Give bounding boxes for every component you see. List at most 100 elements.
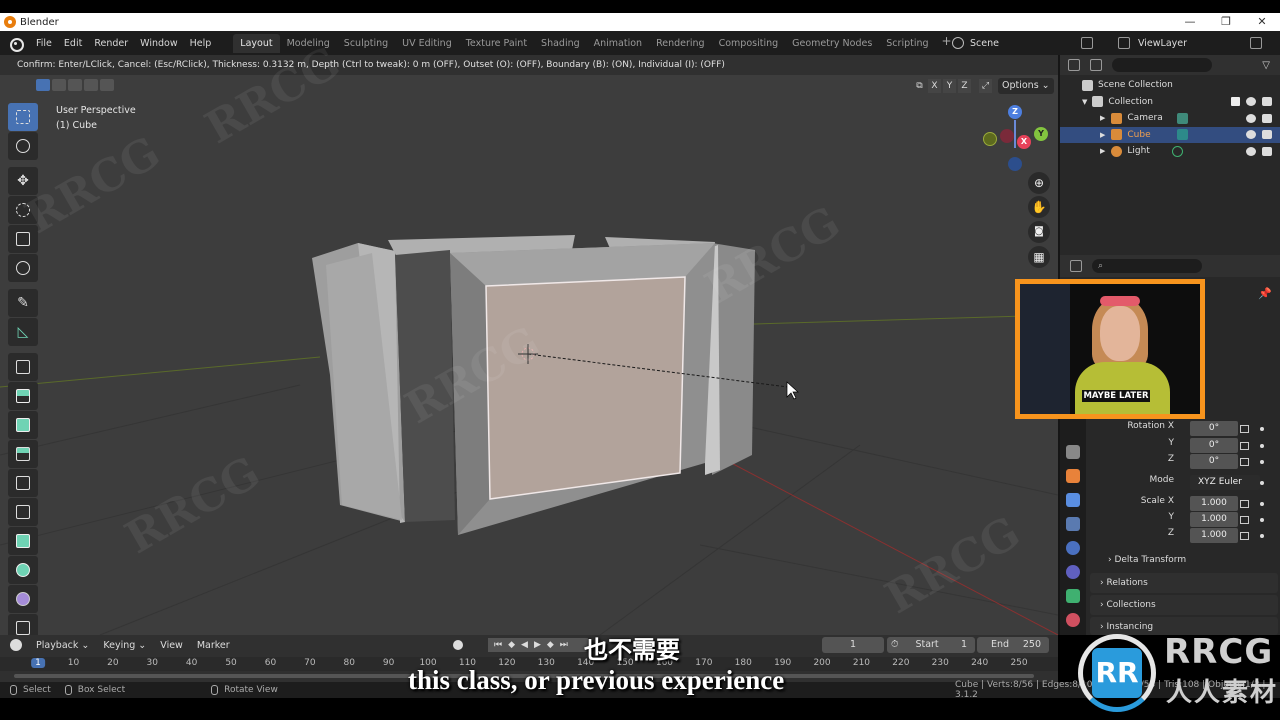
tool-smooth[interactable]: [8, 585, 38, 613]
options-dropdown[interactable]: Options ⌄: [998, 78, 1054, 94]
outliner-row-cube[interactable]: ▶ Cube: [1060, 126, 1280, 143]
3d-viewport[interactable]: User Perspective (1) Cube ⧉ X Y Z ⤢ Opti…: [0, 75, 1058, 635]
tab-uv-editing[interactable]: UV Editing: [395, 34, 459, 53]
display-mode-icon[interactable]: [1068, 59, 1080, 71]
new-view-layer-icon[interactable]: [1250, 37, 1262, 49]
mirror-x-toggle[interactable]: X: [928, 79, 941, 93]
editor-type-icon[interactable]: [1070, 260, 1082, 272]
play-icon[interactable]: ▶: [534, 640, 541, 650]
eye-icon[interactable]: [1246, 97, 1256, 107]
render-camera-icon[interactable]: [1262, 130, 1272, 140]
lock-icon[interactable]: [1240, 532, 1249, 540]
tool-measure[interactable]: ◺: [8, 318, 38, 346]
select-new-icon[interactable]: [36, 79, 50, 91]
tab-sculpting[interactable]: Sculpting: [337, 34, 395, 53]
blender-logo-icon[interactable]: [8, 36, 24, 52]
expand-arrow-icon[interactable]: ▶: [1100, 131, 1105, 139]
filter-view-icon[interactable]: [1090, 59, 1102, 71]
render-camera-icon[interactable]: [1262, 146, 1272, 156]
marker-menu[interactable]: Marker: [197, 640, 230, 651]
scene-name[interactable]: Scene: [970, 38, 999, 49]
tab-constraints-icon[interactable]: [1066, 565, 1080, 579]
keying-menu[interactable]: Keying ⌄: [103, 640, 146, 651]
view-layer-selector[interactable]: ViewLayer: [1118, 34, 1280, 52]
tab-collection-icon[interactable]: [1066, 445, 1080, 459]
select-invert-icon[interactable]: [84, 79, 98, 91]
tool-bevel[interactable]: [8, 440, 38, 468]
tool-add-cube[interactable]: [8, 353, 38, 381]
tool-knife[interactable]: [8, 498, 38, 526]
relations-panel-header[interactable]: › Relations: [1090, 573, 1278, 593]
tab-layout[interactable]: Layout: [233, 33, 280, 53]
tool-annotate[interactable]: ✎: [8, 289, 38, 317]
current-frame-field[interactable]: 1: [822, 637, 884, 653]
mirror-y-toggle[interactable]: Y: [943, 79, 956, 93]
new-scene-icon[interactable]: [1081, 37, 1093, 49]
outliner-row-light[interactable]: ▶ Light: [1060, 143, 1280, 160]
lock-icon[interactable]: [1240, 516, 1249, 524]
gizmo-neg-y[interactable]: [983, 132, 997, 146]
light-data-icon[interactable]: [1171, 145, 1183, 157]
jump-start-icon[interactable]: ⏮: [494, 640, 502, 650]
tool-spin[interactable]: [8, 556, 38, 584]
keyframe-dot-icon[interactable]: [1260, 502, 1264, 506]
lock-icon[interactable]: [1240, 500, 1249, 508]
scale-z-field[interactable]: 1.000: [1190, 528, 1238, 543]
hand-pan-icon[interactable]: ✋: [1028, 196, 1050, 218]
zoom-icon[interactable]: ⊕: [1028, 172, 1050, 194]
mesh-data-icon[interactable]: [1176, 129, 1188, 141]
keyframe-dot-icon[interactable]: [1260, 481, 1264, 485]
close-button[interactable]: ✕: [1244, 13, 1280, 31]
tab-texture-paint[interactable]: Texture Paint: [459, 34, 534, 53]
record-button[interactable]: [453, 640, 463, 650]
outliner-row-scene-collection[interactable]: Scene Collection: [1060, 77, 1280, 94]
select-subtract-icon[interactable]: [68, 79, 82, 91]
gizmo-neg-x[interactable]: [1000, 129, 1014, 143]
tab-physics-icon[interactable]: [1066, 541, 1080, 555]
checkbox-icon[interactable]: [1231, 97, 1240, 107]
keyframe-dot-icon[interactable]: [1260, 518, 1264, 522]
tool-transform[interactable]: [8, 254, 38, 282]
keyframe-dot-icon[interactable]: [1260, 444, 1264, 448]
tool-inset[interactable]: [8, 411, 38, 439]
view-menu[interactable]: View: [160, 640, 183, 651]
grid-icon[interactable]: ▦: [1028, 246, 1050, 268]
tool-select-box[interactable]: [8, 103, 38, 131]
prev-keyframe-icon[interactable]: ◆: [508, 640, 515, 650]
camera-icon[interactable]: ◙: [1028, 221, 1050, 243]
properties-search-input[interactable]: ⌕: [1092, 259, 1202, 273]
end-frame-field[interactable]: End 250: [977, 637, 1049, 653]
delta-transform-subpanel[interactable]: › Delta Transform: [1108, 555, 1186, 565]
eye-icon[interactable]: [1246, 130, 1256, 140]
tool-scale[interactable]: [8, 225, 38, 253]
tab-modifier-wrench-icon[interactable]: [1066, 493, 1080, 507]
tab-scripting[interactable]: Scripting: [879, 34, 935, 53]
tool-shrink-fatten[interactable]: [8, 614, 38, 635]
view-layer-name[interactable]: ViewLayer: [1138, 38, 1187, 49]
minimize-button[interactable]: —: [1172, 13, 1208, 31]
scale-y-field[interactable]: 1.000: [1190, 512, 1238, 527]
tab-animation[interactable]: Animation: [587, 34, 649, 53]
expand-arrow-icon[interactable]: ▼: [1082, 98, 1087, 106]
menu-window[interactable]: Window: [134, 38, 183, 49]
rotation-x-field[interactable]: 0°: [1190, 421, 1238, 436]
tab-compositing[interactable]: Compositing: [712, 34, 786, 53]
tool-move[interactable]: ✥: [8, 167, 38, 195]
scale-x-field[interactable]: 1.000: [1190, 496, 1238, 511]
tool-loop-cut[interactable]: [8, 469, 38, 497]
expand-arrow-icon[interactable]: ▶: [1100, 114, 1105, 122]
keyframe-dot-icon[interactable]: [1260, 460, 1264, 464]
auto-merge-icon[interactable]: ⤢: [979, 79, 992, 93]
lock-icon[interactable]: [1240, 458, 1249, 466]
stopwatch-icon[interactable]: ⏱: [891, 639, 898, 650]
tab-modeling[interactable]: Modeling: [280, 34, 337, 53]
eye-icon[interactable]: [1246, 113, 1256, 123]
jump-end-icon[interactable]: ⏭: [560, 640, 568, 650]
tool-poly-build[interactable]: [8, 527, 38, 555]
menu-edit[interactable]: Edit: [58, 38, 88, 49]
next-keyframe-icon[interactable]: ◆: [547, 640, 554, 650]
tab-shading[interactable]: Shading: [534, 34, 587, 53]
keyframe-dot-icon[interactable]: [1260, 427, 1264, 431]
tool-extrude[interactable]: [8, 382, 38, 410]
select-intersect-icon[interactable]: [100, 79, 114, 91]
